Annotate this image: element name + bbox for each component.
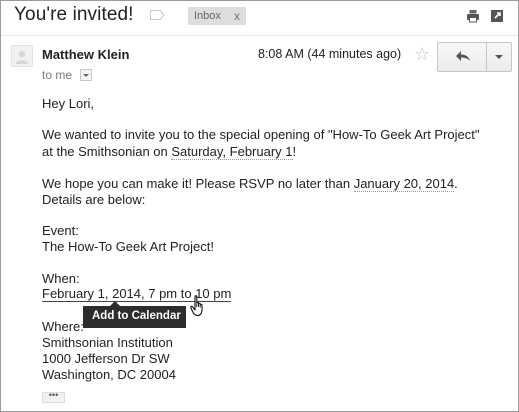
inbox-label-text: Inbox: [194, 10, 221, 22]
message-time: 8:08 AM (44 minutes ago): [258, 47, 402, 61]
body-text: .: [454, 176, 458, 191]
show-details-button[interactable]: [80, 69, 92, 81]
sender-name[interactable]: Matthew Klein: [42, 47, 129, 62]
email-view: You're invited! Inbox x Matthew Klein 8:…: [0, 0, 519, 412]
body-text: We hope you can make it! Please RSVP no …: [42, 176, 354, 191]
hand-cursor-icon: [190, 295, 203, 317]
subject-divider: [1, 35, 518, 36]
greeting: Hey Lori,: [42, 96, 95, 111]
body-line: We wanted to invite you to the special o…: [42, 127, 480, 142]
avatar[interactable]: [11, 45, 33, 67]
person-icon: [15, 50, 29, 64]
body-text: at the Smithsonian on: [42, 144, 172, 159]
star-icon[interactable]: ☆: [414, 44, 430, 64]
when-label: When:: [42, 271, 80, 286]
inbox-label-chip: Inbox x: [188, 7, 246, 25]
print-icon[interactable]: [466, 9, 480, 23]
body-line: at the Smithsonian on Saturday, February…: [42, 144, 297, 160]
address-line: 1000 Jefferson Dr SW: [42, 351, 170, 366]
new-window-icon[interactable]: [490, 9, 504, 23]
remove-label-button[interactable]: x: [234, 9, 240, 23]
address-line: Washington, DC 20004: [42, 367, 176, 382]
body-text: !: [292, 144, 297, 159]
email-subject: You're invited!: [14, 4, 134, 25]
tooltip: Add to Calendar: [83, 301, 186, 328]
tooltip-text: Add to Calendar: [92, 310, 181, 322]
address-line: Smithsonian Institution: [42, 335, 173, 350]
event-name: The How-To Geek Art Project!: [42, 239, 214, 254]
where-label: Where:: [42, 319, 84, 334]
chevron-down-icon: [495, 55, 503, 59]
date-link[interactable]: January 20, 2014: [353, 176, 455, 192]
more-actions-button[interactable]: [486, 42, 512, 72]
chevron-down-icon: [83, 74, 89, 77]
reply-icon: [456, 51, 470, 61]
label-tag-icon[interactable]: [150, 10, 165, 20]
body-line: We hope you can make it! Please RSVP no …: [42, 176, 458, 192]
recipient-summary: to me: [42, 68, 73, 82]
event-label: Event:: [42, 223, 79, 238]
date-link[interactable]: Saturday, February 1: [171, 144, 293, 160]
body-line: Details are below:: [42, 192, 146, 207]
reply-button[interactable]: [437, 42, 489, 72]
show-trimmed-content-button[interactable]: •••: [42, 391, 65, 403]
